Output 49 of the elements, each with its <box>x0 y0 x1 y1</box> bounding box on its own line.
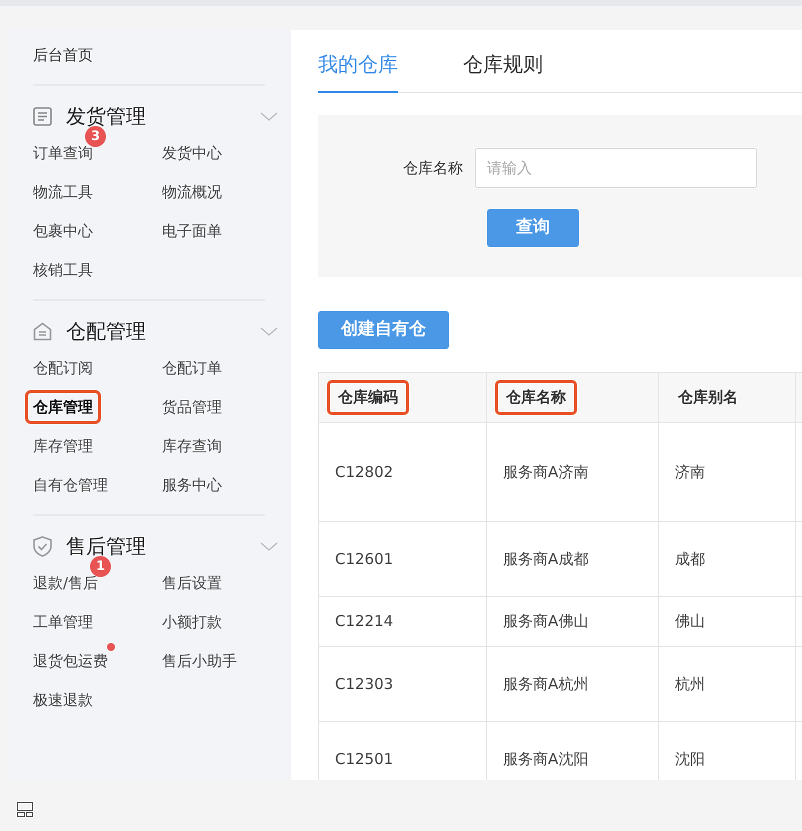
sidebar-item[interactable]: 仓配订阅 <box>30 353 96 383</box>
sidebar-item[interactable]: 自有仓管理 <box>30 470 111 500</box>
chevron-icon[interactable] <box>260 112 278 120</box>
sidebar-item[interactable]: 库存管理 <box>30 431 96 461</box>
sidebar-item[interactable]: 极速退款 <box>30 685 96 715</box>
panel-layout-icon[interactable] <box>17 802 33 818</box>
sidebar-item[interactable]: 售后设置 <box>159 568 225 598</box>
sidebar-item[interactable]: 售后小助手 <box>159 646 240 676</box>
sidebar-item[interactable]: 小额打款 <box>159 607 225 637</box>
table-cell: 服务商A佛山 <box>486 596 658 646</box>
sidebar-item[interactable]: 核销工具 <box>30 255 96 285</box>
table-cell: 佛山 <box>658 596 796 646</box>
sidebar-item[interactable]: 服务中心 <box>159 470 225 500</box>
sidebar-item[interactable]: 物流工具 <box>30 177 96 207</box>
house-icon <box>33 322 52 340</box>
field-label: 仓库名称 <box>402 158 464 179</box>
sidebar-item[interactable]: 物流概况 <box>159 177 225 207</box>
table-cell: 济南 <box>658 422 796 522</box>
table-cell: C12802 <box>318 422 486 522</box>
shield-check-icon <box>33 536 52 556</box>
sidebar-item[interactable]: 电子面单 <box>159 216 225 246</box>
sidebar-item[interactable]: 包裹中心 <box>30 216 96 246</box>
sidebar-item[interactable]: 仓配订单 <box>159 353 225 383</box>
table-cell: 杭州 <box>658 646 796 722</box>
column-header: 仓库编码 <box>327 380 409 415</box>
sidebar-item[interactable]: 仓库管理 <box>25 390 101 424</box>
document-icon <box>33 106 52 126</box>
sidebar-item[interactable]: 货品管理 <box>159 392 225 422</box>
chevron-icon[interactable] <box>260 542 278 550</box>
column-header: 仓库名称 <box>495 380 577 415</box>
table-cell: 服务商A济南 <box>486 422 658 522</box>
chevron-icon[interactable] <box>260 326 278 336</box>
sidebar-item[interactable]: 库存查询 <box>159 431 225 461</box>
table-cell: 服务商A成都 <box>486 522 658 596</box>
table-cell: C12214 <box>318 596 486 646</box>
tab[interactable]: 仓库规则 <box>463 49 543 93</box>
count-badge: 3 <box>85 126 106 147</box>
table-cell: 成都 <box>658 522 796 596</box>
sidebar-item[interactable]: 后台首页 <box>33 44 93 66</box>
sidebar-item[interactable]: 发货中心 <box>159 138 225 168</box>
count-badge: 1 <box>90 556 112 577</box>
input-field[interactable]: 请输入 <box>475 148 757 188</box>
section-title[interactable]: 仓配管理 <box>66 316 146 346</box>
table-cell: C12303 <box>318 646 486 722</box>
sidebar-item[interactable]: 退货包运费 <box>30 646 111 676</box>
sidebar-item[interactable]: 工单管理 <box>30 607 96 637</box>
table-cell: C12601 <box>318 522 486 596</box>
table-cell: 服务商A杭州 <box>486 646 658 722</box>
column-header: 仓库别名 <box>676 387 739 408</box>
